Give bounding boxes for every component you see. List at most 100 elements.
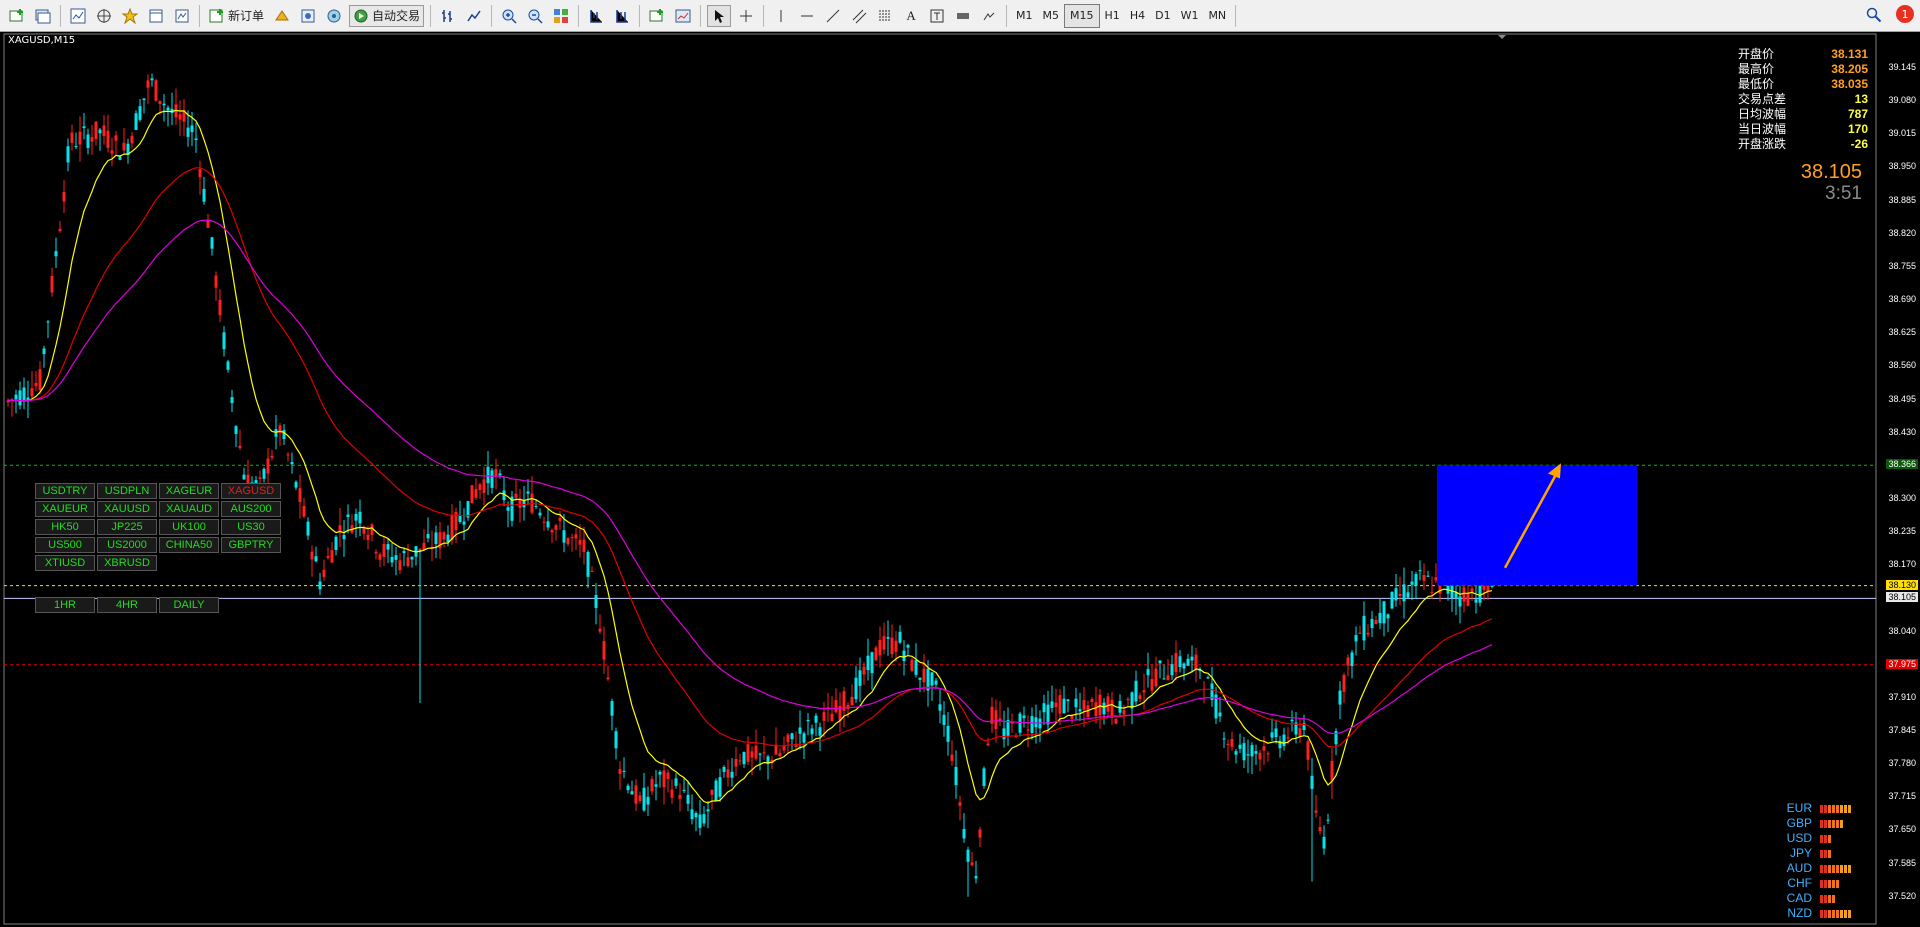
symbol-button-usdtry[interactable]: USDTRY	[35, 483, 95, 499]
tester-icon[interactable]	[171, 5, 193, 27]
auto-trade-button[interactable]: 自动交易	[349, 4, 425, 27]
candle-body	[470, 485, 474, 504]
symbol-button-usdpln[interactable]: USDPLN	[97, 483, 157, 499]
alert-badge[interactable]: 1	[1896, 5, 1914, 23]
candle-body	[1354, 635, 1358, 642]
zoom-in-icon[interactable]	[498, 5, 520, 27]
timeframe-w1[interactable]: W1	[1176, 5, 1204, 27]
text-icon[interactable]: A	[900, 5, 922, 27]
info-label: 开盘价	[1738, 47, 1775, 61]
candle-body	[894, 640, 898, 652]
terminal-icon[interactable]	[145, 5, 167, 27]
symbol-button-gbptry[interactable]: GBPTRY	[221, 537, 281, 553]
candle-body	[426, 533, 430, 539]
candle-body	[1054, 702, 1058, 708]
symbol-button-hk50[interactable]: HK50	[35, 519, 95, 535]
symbol-button-xagusd[interactable]: XAGUSD	[221, 483, 281, 499]
price-tick-label: 38.430	[1888, 426, 1916, 437]
price-tick-label: 37.650	[1888, 824, 1916, 835]
vertical-line-icon[interactable]	[770, 5, 792, 27]
fibonacci-icon[interactable]	[874, 5, 896, 27]
symbol-button-xauusd[interactable]: XAUUSD	[97, 501, 157, 517]
symbol-button-xauaud[interactable]: XAUAUD	[159, 501, 219, 517]
trendline-icon[interactable]	[822, 5, 844, 27]
candle-body	[1254, 751, 1258, 754]
symbol-button-aus200[interactable]: AUS200	[221, 501, 281, 517]
new-chart-icon[interactable]	[6, 5, 28, 27]
info-label: 最低价	[1738, 77, 1775, 91]
timeframe-mn[interactable]: MN	[1203, 5, 1231, 27]
profiles-icon[interactable]	[32, 5, 54, 27]
templates-icon[interactable]	[672, 5, 694, 27]
strength-bar	[1832, 864, 1835, 873]
history-icon[interactable]	[271, 5, 293, 27]
candle-body	[334, 536, 338, 550]
line-chart-icon[interactable]	[463, 5, 485, 27]
tile-windows-icon[interactable]	[550, 5, 572, 27]
strength-row: USD	[1772, 831, 1851, 846]
signals-icon[interactable]	[297, 5, 319, 27]
candle-body	[1082, 700, 1086, 710]
favorites-icon[interactable]	[119, 5, 141, 27]
symbol-button-xageur[interactable]: XAGEUR	[159, 483, 219, 499]
indicators-icon[interactable]	[646, 5, 668, 27]
candle-body	[42, 348, 46, 355]
candle-body	[974, 876, 978, 879]
crosshair-icon[interactable]	[735, 5, 757, 27]
symbol-button-xaueur[interactable]: XAUEUR	[35, 501, 95, 517]
candle-body	[738, 760, 742, 762]
period-button-4hr[interactable]: 4HR	[97, 597, 157, 613]
search-icon[interactable]	[1866, 7, 1882, 27]
navigator-icon[interactable]	[93, 5, 115, 27]
chart-shift-icon[interactable]	[585, 5, 607, 27]
timeframe-d1[interactable]: D1	[1150, 5, 1175, 27]
period-button-daily[interactable]: DAILY	[159, 597, 219, 613]
symbol-button-xtiusd[interactable]: XTIUSD	[35, 555, 95, 571]
candle-body	[1274, 728, 1278, 738]
candle-body	[806, 719, 810, 722]
market-watch-icon[interactable]	[67, 5, 89, 27]
candle-body	[882, 636, 886, 650]
shapes-icon[interactable]	[978, 5, 1000, 27]
candle-body	[198, 169, 202, 178]
bar-chart-icon[interactable]	[437, 5, 459, 27]
period-button-1hr[interactable]: 1HR	[35, 597, 95, 613]
timeframe-m1[interactable]: M1	[1011, 5, 1038, 27]
strength-bars	[1820, 819, 1843, 828]
candle-body	[822, 712, 826, 721]
candle-body	[306, 521, 310, 536]
strength-currency: EUR	[1786, 801, 1812, 815]
new-order-button[interactable]: 新订单	[206, 5, 267, 27]
text-label-icon[interactable]	[926, 5, 948, 27]
candle-body	[282, 430, 286, 440]
symbol-button-xbrusd[interactable]: XBRUSD	[97, 555, 157, 571]
candle-body	[490, 470, 494, 488]
symbol-button-us30[interactable]: US30	[221, 519, 281, 535]
candle-body	[86, 134, 90, 148]
market-icon[interactable]	[323, 5, 345, 27]
symbol-button-uk100[interactable]: UK100	[159, 519, 219, 535]
timeframe-m15[interactable]: M15	[1064, 3, 1100, 28]
cursor-icon[interactable]	[707, 4, 732, 27]
candle-body	[346, 514, 350, 518]
price-chart[interactable]: XAGUSD,M15 开盘价 38.131 最高价 38.205 最低价 38.035 交易…	[0, 33, 1920, 927]
strength-bars	[1820, 909, 1851, 918]
symbol-button-us2000[interactable]: US2000	[97, 537, 157, 553]
autoscroll-icon[interactable]	[611, 5, 633, 27]
strength-row: AUD	[1772, 861, 1851, 876]
symbol-button-us500[interactable]: US500	[35, 537, 95, 553]
timeframe-m5[interactable]: M5	[1038, 5, 1065, 27]
candle-body	[1362, 615, 1366, 641]
zoom-out-icon[interactable]	[524, 5, 546, 27]
horizontal-line-icon[interactable]	[796, 5, 818, 27]
candle-body	[1142, 690, 1146, 693]
channel-icon[interactable]	[848, 5, 870, 27]
arrows-icon[interactable]	[952, 5, 974, 27]
timeframe-h4[interactable]: H4	[1125, 5, 1150, 27]
timeframe-h1[interactable]: H1	[1100, 5, 1125, 27]
target-box	[1437, 465, 1637, 586]
strength-bar	[1824, 909, 1827, 918]
symbol-button-jp225[interactable]: JP225	[97, 519, 157, 535]
candle-body	[854, 677, 858, 700]
symbol-button-china50[interactable]: CHINA50	[159, 537, 219, 553]
